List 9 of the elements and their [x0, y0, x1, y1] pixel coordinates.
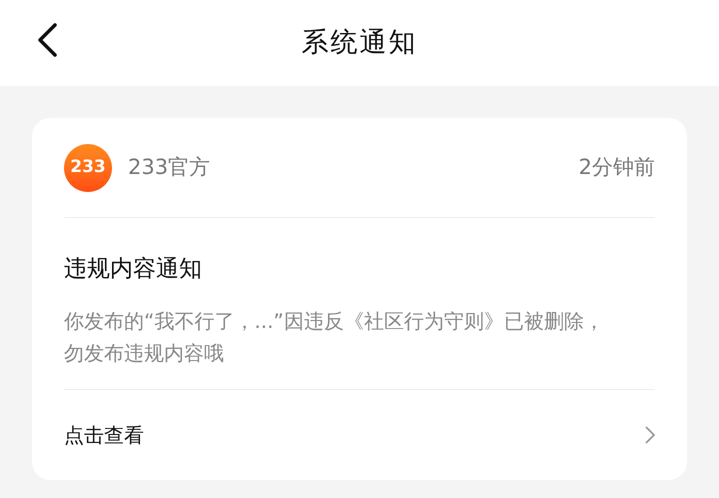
notification-title: 违规内容通知 [64, 255, 203, 284]
logo: 233 [64, 144, 112, 192]
page-title: 系统通知 [302, 26, 418, 60]
timestamp: 2分钟前 [578, 154, 655, 181]
sender-name: 233官方 [128, 154, 210, 181]
chevron-right-icon [645, 426, 655, 444]
notification-body: 你发布的“我不行了，...”因违反《社区行为守则》已被删除，勿发布违规内容哦 [64, 308, 605, 366]
back-icon [36, 23, 58, 57]
view-details-link[interactable]: 点击查看 [64, 390, 655, 480]
